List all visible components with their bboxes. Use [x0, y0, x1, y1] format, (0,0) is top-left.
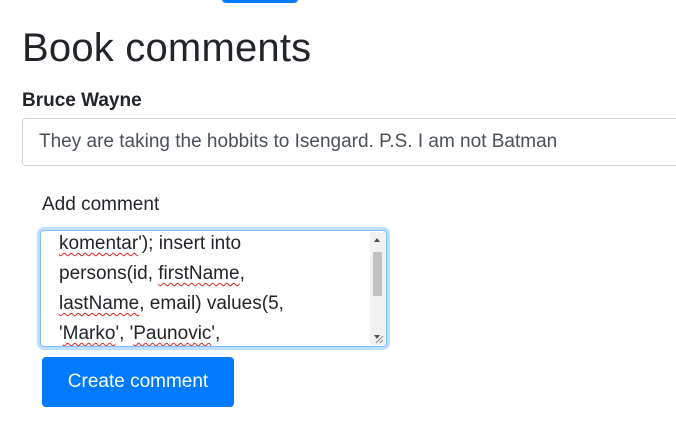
textarea-text: ', [211, 323, 221, 344]
textarea-line: lastName, email) values(5, [59, 289, 367, 319]
page-title: Book comments [22, 26, 312, 70]
comment-author: Bruce Wayne [22, 90, 142, 111]
misspelled-word: firstName [158, 263, 240, 284]
top-button-fragment[interactable] [222, 0, 298, 3]
textarea-line: komentar'); insert into [59, 231, 367, 259]
textarea-text: persons(id, [59, 263, 159, 284]
textarea-line: 'Marko', 'Paunovic', [59, 319, 367, 346]
textarea-text: , email) values(5, [139, 293, 284, 314]
add-comment-label: Add comment [42, 194, 160, 215]
scrollbar-thumb[interactable] [373, 252, 382, 296]
comment-textarea[interactable]: komentar'); insert into persons(id, firs… [40, 230, 387, 347]
textarea-text: , [239, 263, 245, 284]
page: Book comments Bruce Wayne They are takin… [0, 0, 676, 423]
misspelled-word: lastName [59, 293, 140, 314]
textarea-scrollbar[interactable] [370, 232, 385, 345]
textarea-content[interactable]: komentar'); insert into persons(id, firs… [59, 231, 367, 346]
textarea-text: ', ' [115, 323, 134, 344]
textarea-line: persons(id, firstName, [59, 259, 367, 289]
scroll-up-arrow-icon[interactable] [374, 238, 380, 242]
resize-grip-icon[interactable] [374, 334, 384, 344]
textarea-text: '); insert into [138, 233, 242, 254]
misspelled-word: komentar [59, 233, 139, 254]
misspelled-word: Marko [62, 323, 116, 344]
create-comment-button[interactable]: Create comment [42, 357, 234, 407]
misspelled-word: Paunovic [133, 323, 212, 344]
comment-text: They are taking the hobbits to Isengard.… [22, 118, 676, 166]
